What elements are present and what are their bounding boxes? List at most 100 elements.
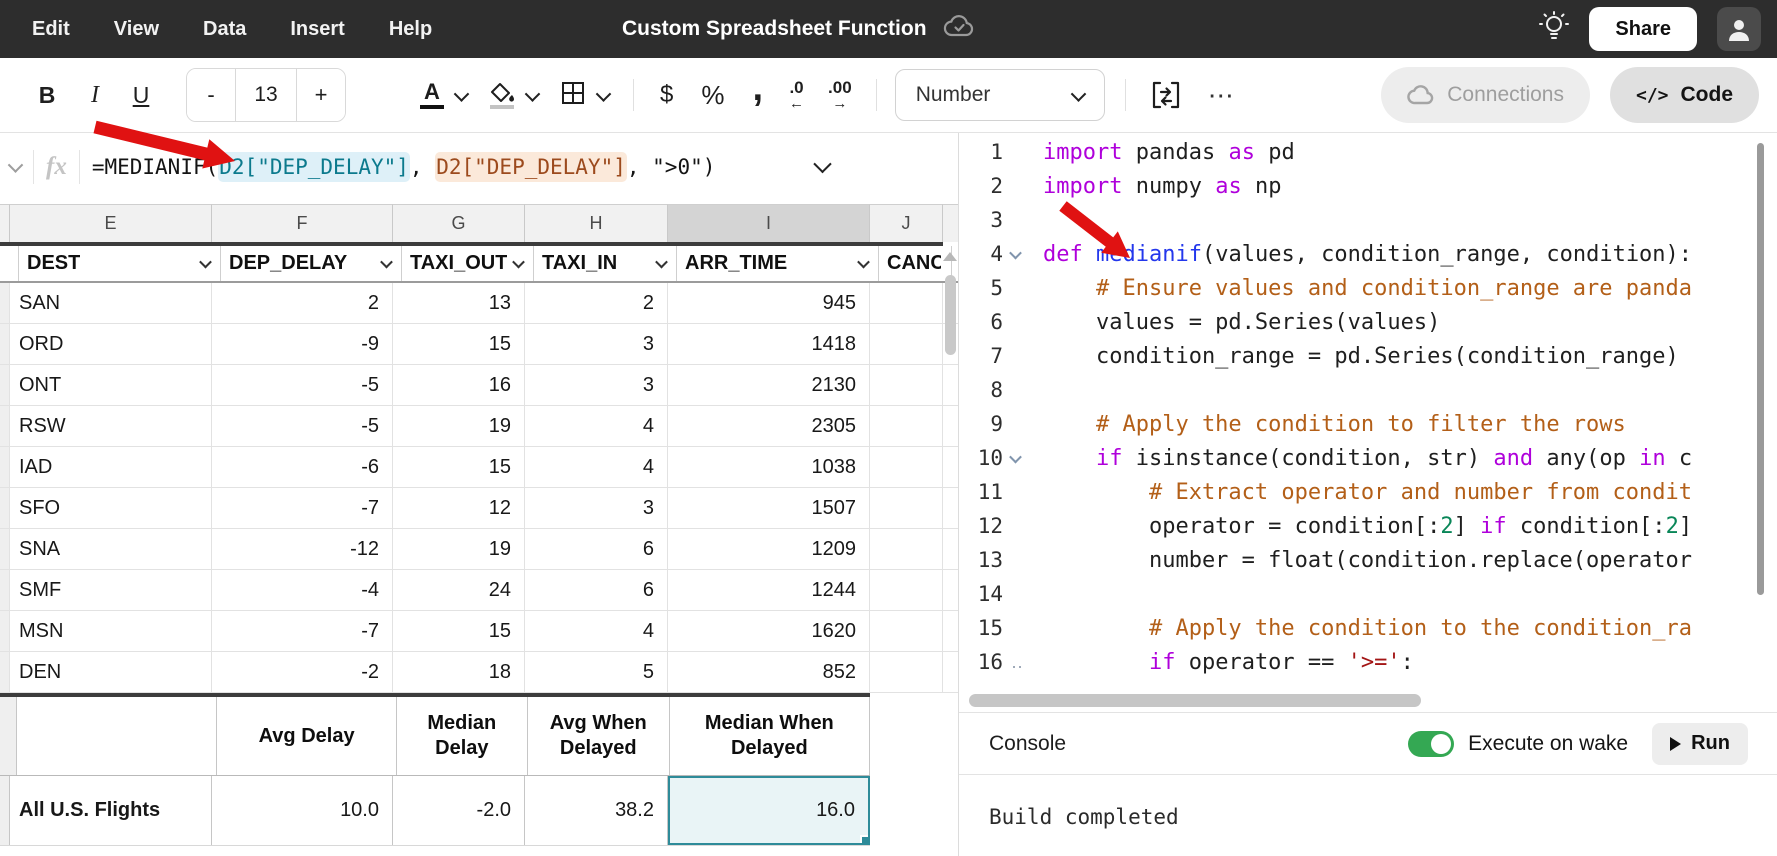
- cell[interactable]: -12: [212, 529, 393, 569]
- chevron-down-icon[interactable]: [525, 86, 541, 102]
- cell-empty[interactable]: [870, 611, 943, 651]
- cell[interactable]: 3: [525, 488, 668, 528]
- cell[interactable]: DEN: [10, 652, 212, 692]
- summary-header[interactable]: Median When Delayed: [670, 697, 870, 775]
- cell[interactable]: IAD: [10, 447, 212, 487]
- code-line[interactable]: 4def medianif(values, condition_range, c…: [959, 237, 1777, 271]
- code-line[interactable]: 8: [959, 373, 1777, 407]
- cell[interactable]: RSW: [10, 406, 212, 446]
- cell-empty[interactable]: [870, 365, 943, 405]
- summary-header[interactable]: Median Delay: [397, 697, 528, 775]
- text-color-control[interactable]: A: [382, 81, 467, 109]
- chevron-down-icon[interactable]: [454, 86, 470, 102]
- cell[interactable]: 18: [393, 652, 525, 692]
- cell[interactable]: 2305: [668, 406, 870, 446]
- cell[interactable]: 5: [525, 652, 668, 692]
- cell[interactable]: ONT: [10, 365, 212, 405]
- font-size-value[interactable]: 13: [235, 69, 297, 121]
- cell[interactable]: -7: [212, 488, 393, 528]
- cell[interactable]: -5: [212, 406, 393, 446]
- cell-empty[interactable]: [870, 529, 943, 569]
- code-line[interactable]: 5 # Ensure values and condition_range ar…: [959, 271, 1777, 305]
- summary-header[interactable]: Avg Delay: [217, 697, 397, 775]
- cell[interactable]: 19: [393, 406, 525, 446]
- code-button[interactable]: </> Code: [1610, 67, 1759, 123]
- thousands-separator-button[interactable]: ,: [752, 83, 763, 107]
- summary-row-label[interactable]: All U.S. Flights: [10, 776, 212, 845]
- cell[interactable]: 6: [525, 529, 668, 569]
- code-line[interactable]: 12 operator = condition[:2] if condition…: [959, 509, 1777, 543]
- cell-empty[interactable]: [870, 324, 943, 364]
- cell[interactable]: -9: [212, 324, 393, 364]
- column-header-canc[interactable]: CANC: [879, 246, 952, 281]
- fold-indicator[interactable]: [1003, 250, 1043, 259]
- increase-decimals-button[interactable]: .00→: [828, 79, 852, 111]
- number-format-dropdown[interactable]: Number: [895, 69, 1105, 121]
- cell[interactable]: -2: [212, 652, 393, 692]
- font-size-decrease-button[interactable]: -: [187, 69, 235, 121]
- column-letter-i[interactable]: I: [668, 204, 870, 242]
- editor-vertical-scrollbar[interactable]: [1757, 143, 1764, 595]
- cell-empty[interactable]: [870, 406, 943, 446]
- column-letter-h[interactable]: H: [525, 204, 668, 242]
- code-line[interactable]: 6 values = pd.Series(values): [959, 305, 1777, 339]
- cell[interactable]: 13: [393, 283, 525, 323]
- cell[interactable]: 6: [525, 570, 668, 610]
- cell-empty[interactable]: [870, 570, 943, 610]
- cell[interactable]: 12: [393, 488, 525, 528]
- code-line[interactable]: 14: [959, 577, 1777, 611]
- sheet-grid[interactable]: EFGHIJ DESTDEP_DELAYTAXI_OUTTAXI_INARR_T…: [0, 200, 958, 856]
- cell[interactable]: 2: [525, 283, 668, 323]
- column-header-dest[interactable]: DEST: [19, 246, 221, 281]
- scrollbar-thumb[interactable]: [945, 275, 956, 355]
- code-editor[interactable]: 1import pandas as pd2import numpy as np3…: [959, 133, 1777, 691]
- code-line[interactable]: 13 number = float(condition.replace(oper…: [959, 543, 1777, 577]
- cell-empty[interactable]: [870, 488, 943, 528]
- fold-indicator[interactable]: ‥: [1003, 657, 1043, 667]
- fold-indicator[interactable]: [1003, 454, 1043, 463]
- sort-chevron-icon[interactable]: [857, 256, 870, 269]
- menu-item-insert[interactable]: Insert: [290, 18, 344, 41]
- sort-chevron-icon[interactable]: [655, 256, 668, 269]
- scroll-up-arrow-icon[interactable]: [943, 252, 957, 261]
- cell[interactable]: 15: [393, 611, 525, 651]
- cell[interactable]: 1038: [668, 447, 870, 487]
- user-avatar[interactable]: [1717, 7, 1761, 51]
- column-header-taxi_out[interactable]: TAXI_OUT: [402, 246, 534, 281]
- cell[interactable]: 4: [525, 611, 668, 651]
- share-button[interactable]: Share: [1589, 7, 1697, 51]
- fill-color-control[interactable]: [489, 82, 538, 109]
- cell[interactable]: SMF: [10, 570, 212, 610]
- cell[interactable]: 945: [668, 283, 870, 323]
- selected-cell[interactable]: 16.0: [668, 776, 870, 845]
- formula-bar-expand-button[interactable]: [816, 159, 829, 177]
- cell[interactable]: 1507: [668, 488, 870, 528]
- editor-horizontal-scrollbar[interactable]: [969, 694, 1421, 707]
- decrease-decimals-button[interactable]: .0←: [789, 79, 804, 111]
- cell[interactable]: -6: [212, 447, 393, 487]
- menu-item-help[interactable]: Help: [389, 18, 432, 41]
- column-header-arr_time[interactable]: ARR_TIME: [677, 246, 879, 281]
- cell-empty[interactable]: [870, 283, 943, 323]
- menu-item-view[interactable]: View: [114, 18, 159, 41]
- sort-chevron-icon[interactable]: [380, 256, 393, 269]
- cell[interactable]: 1244: [668, 570, 870, 610]
- code-line[interactable]: 11 # Extract operator and number from co…: [959, 475, 1777, 509]
- sort-chevron-icon[interactable]: [199, 256, 212, 269]
- menu-item-edit[interactable]: Edit: [32, 18, 70, 41]
- code-line[interactable]: 7 condition_range = pd.Series(condition_…: [959, 339, 1777, 373]
- summary-header-blank[interactable]: [17, 697, 217, 775]
- menu-item-data[interactable]: Data: [203, 18, 246, 41]
- cell[interactable]: 19: [393, 529, 525, 569]
- cell[interactable]: 3: [525, 324, 668, 364]
- cell[interactable]: 15: [393, 324, 525, 364]
- convert-reference-icon[interactable]: [1150, 80, 1182, 110]
- cell[interactable]: 1620: [668, 611, 870, 651]
- fill-handle[interactable]: [860, 835, 870, 845]
- sheet-vertical-scrollbar[interactable]: [944, 252, 956, 355]
- cell[interactable]: 38.2: [525, 776, 668, 845]
- cell[interactable]: 10.0: [212, 776, 393, 845]
- column-letter-g[interactable]: G: [393, 204, 525, 242]
- code-line[interactable]: 16‥ if operator == '>=':: [959, 645, 1777, 679]
- cell[interactable]: ORD: [10, 324, 212, 364]
